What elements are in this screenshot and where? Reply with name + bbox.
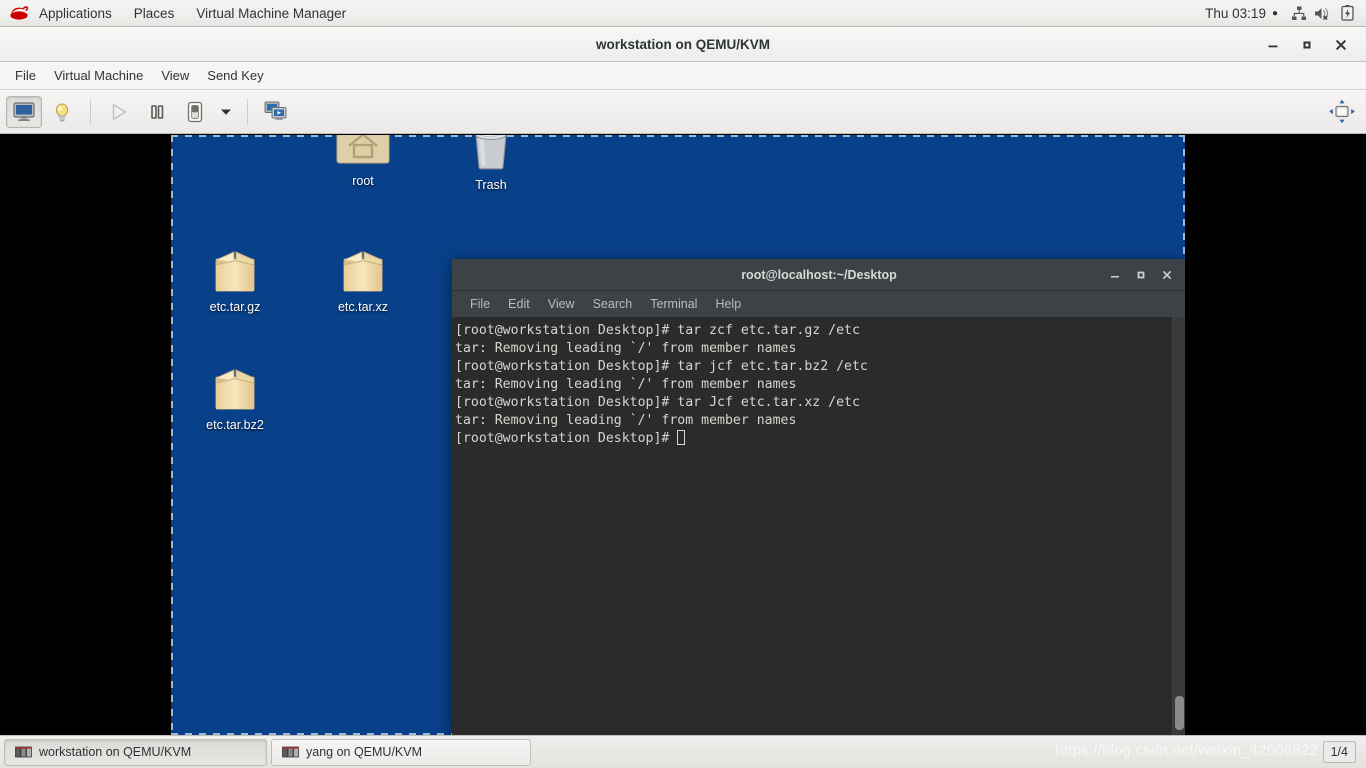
gnome-top-panel: Applications Places Virtual Machine Mana… [0,0,1366,27]
vmm-toolbar [0,90,1366,134]
battery-charging-icon[interactable] [1336,3,1358,23]
desktop-icon-etc-tar-gz-label: etc.tar.gz [209,300,261,314]
guest-desktop[interactable]: root Trash etc.tar.gz etc.tar.xz etc.tar… [171,135,1185,735]
screen-root: Applications Places Virtual Machine Mana… [0,0,1366,768]
snapshots-button[interactable] [258,96,294,128]
taskbar-item-workstation-label: workstation on QEMU/KVM [39,745,192,759]
pause-button[interactable] [139,96,175,128]
terminal-close-button[interactable] [1154,263,1180,287]
archive-box-icon [187,357,283,413]
close-button[interactable] [1326,31,1356,59]
desktop-selection-edge-left [171,135,173,735]
workspace-switcher-label: 1/4 [1330,745,1348,759]
vm-window-icon [15,746,32,759]
topbar-menu-places[interactable]: Places [123,0,186,26]
redhat-logo-icon[interactable] [8,4,30,22]
taskbar-item-yang[interactable]: yang on QEMU/KVM [271,738,531,766]
toolbar-separator [90,98,91,125]
network-wired-icon[interactable] [1288,3,1310,23]
desktop-icon-etc-tar-xz-label: etc.tar.xz [337,300,389,314]
taskbar-right-area: 1/4 [1322,741,1362,763]
workspace-switcher[interactable]: 1/4 [1322,741,1356,763]
taskbar-item-workstation[interactable]: workstation on QEMU/KVM [4,738,267,766]
topbar-menu-virtual-machine-manager[interactable]: Virtual Machine Manager [185,0,357,26]
vmm-window-controls [1258,27,1356,62]
trash-can-icon [443,135,539,173]
vmm-titlebar: workstation on QEMU/KVM [0,27,1366,62]
terminal-menu-file[interactable]: File [462,295,498,313]
fullscreen-button[interactable] [1324,96,1360,128]
desktop-icon-trash[interactable]: Trash [443,135,539,192]
terminal-menu-edit-label: Edit [508,297,530,311]
menu-virtual-machine[interactable]: Virtual Machine [45,65,152,86]
terminal-prompt: [root@workstation Desktop]# [455,431,678,446]
topbar-menu-vmm-label: Virtual Machine Manager [196,5,347,21]
menu-file[interactable]: File [6,65,45,86]
terminal-output[interactable]: [root@workstation Desktop]# tar zcf etc.… [452,317,1172,735]
show-details-button[interactable] [44,96,80,128]
terminal-menu-help-label: Help [715,297,742,311]
terminal-menu-file-label: File [470,297,491,311]
home-folder-icon [315,135,411,169]
desktop-icon-root-label: root [352,174,374,188]
terminal-menu-search[interactable]: Search [585,295,641,313]
desktop-icon-etc-tar-xz[interactable]: etc.tar.xz [315,239,411,314]
archive-box-icon [187,239,283,295]
terminal-maximize-button[interactable] [1128,263,1154,287]
archive-box-icon [315,239,411,295]
terminal-menu-terminal[interactable]: Terminal [642,295,705,313]
menu-send-key-label: Send Key [207,68,264,83]
vm-console-viewport[interactable]: root Trash etc.tar.gz etc.tar.xz etc.tar… [0,134,1366,735]
terminal-menu-view[interactable]: View [540,295,583,313]
terminal-window-title: root@localhost:~/Desktop [741,267,897,282]
terminal-minimize-button[interactable] [1102,263,1128,287]
taskbar-item-yang-label: yang on QEMU/KVM [306,745,423,759]
desktop-icon-root[interactable]: root [315,135,411,188]
toolbar-separator-2 [247,98,248,125]
terminal-titlebar: root@localhost:~/Desktop [452,259,1185,291]
terminal-menu-edit[interactable]: Edit [500,295,538,313]
terminal-scrollbar-thumb[interactable] [1175,696,1184,730]
desktop-icon-etc-tar-bz2[interactable]: etc.tar.bz2 [187,357,283,432]
menu-view-label: View [161,68,190,83]
topbar-menu-places-label: Places [133,5,175,21]
vmm-window-title: workstation on QEMU/KVM [595,36,770,52]
terminal-cursor [677,430,686,445]
vmm-menubar: File Virtual Machine View Send Key [0,62,1366,90]
menu-view[interactable]: View [152,65,198,86]
terminal-output-text: [root@workstation Desktop]# tar zcf etc.… [455,323,868,428]
terminal-window-controls [1102,259,1180,291]
virt-manager-window: workstation on QEMU/KVM File Virtual Mac… [0,27,1366,735]
topbar-status-area: Thu 03:19 ● [1197,3,1366,23]
terminal-scrollbar[interactable] [1172,317,1185,735]
terminal-menu-terminal-label: Terminal [650,297,698,311]
topbar-menu-applications-label: Applications [39,5,112,21]
desktop-icon-trash-label: Trash [475,178,507,192]
vm-window-icon [282,746,299,759]
show-console-button[interactable] [6,95,42,128]
topbar-menu-applications[interactable]: Applications [28,0,123,26]
terminal-menu-search-label: Search [592,297,633,311]
gnome-terminal-window[interactable]: root@localhost:~/Desktop File Edit View … [452,259,1185,735]
menu-send-key[interactable]: Send Key [198,65,272,86]
terminal-menu-help[interactable]: Help [707,295,749,313]
volume-muted-icon[interactable] [1312,3,1334,23]
topbar-clock-label: Thu 03:19 [1205,5,1266,21]
desktop-icon-etc-tar-bz2-label: etc.tar.bz2 [206,418,264,432]
shutdown-dropdown[interactable] [215,96,237,128]
minimize-button[interactable] [1258,31,1288,59]
terminal-body[interactable]: [root@workstation Desktop]# tar zcf etc.… [452,317,1185,735]
bottom-taskbar: workstation on QEMU/KVM yang on QEMU/KVM… [0,735,1366,768]
run-button[interactable] [101,96,137,128]
notification-dot-icon: ● [1271,7,1278,19]
shutdown-button[interactable] [177,96,213,128]
menu-file-label: File [15,68,36,83]
terminal-menubar: File Edit View Search Terminal Help [452,291,1185,317]
menu-virtual-machine-label: Virtual Machine [53,68,144,83]
terminal-menu-view-label: View [547,297,575,311]
topbar-clock[interactable]: Thu 03:19 ● [1197,6,1286,21]
desktop-icon-etc-tar-gz[interactable]: etc.tar.gz [187,239,283,314]
maximize-button[interactable] [1292,31,1322,59]
